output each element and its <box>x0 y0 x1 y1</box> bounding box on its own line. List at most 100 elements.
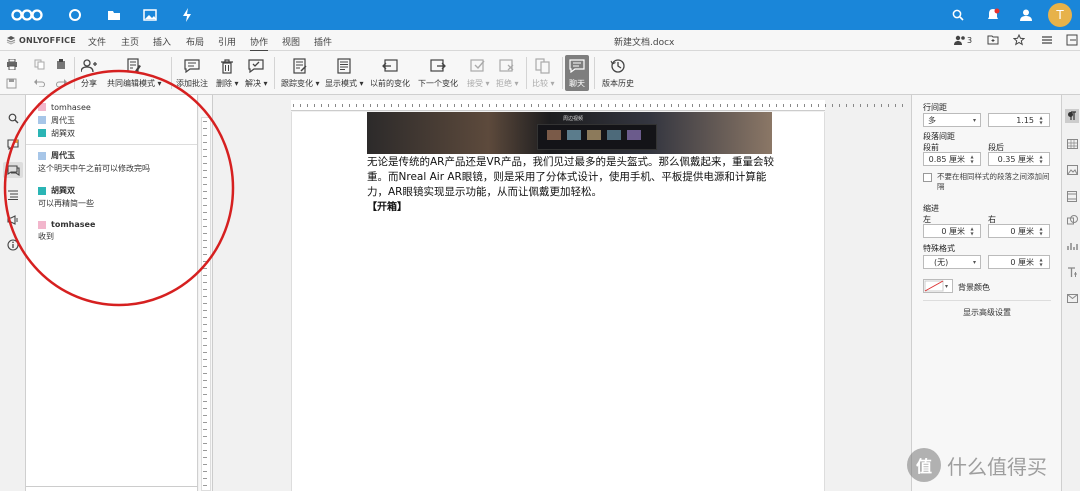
ruler-tick <box>902 104 903 107</box>
contacts-icon[interactable] <box>1017 6 1035 24</box>
stepper-arrows-icon[interactable]: ▲ ▼ <box>1037 257 1045 267</box>
tab-plugins[interactable]: 插件 <box>314 35 332 48</box>
user-avatar[interactable]: T <box>1048 3 1072 27</box>
document-canvas[interactable]: 周边视频 无论是传统的AR产品还是VR产品，我们见过最多的是头盔式。那么佩戴起来… <box>213 112 910 491</box>
ruler-tick <box>727 104 728 107</box>
stepper-arrows-icon[interactable]: ▲ ▼ <box>968 154 976 164</box>
chat-button[interactable]: 聊天 <box>565 55 589 91</box>
next-change-button[interactable]: 下一个变化 <box>418 57 458 89</box>
tab-view[interactable]: 视图 <box>282 35 300 48</box>
nextcloud-logo[interactable] <box>10 6 44 24</box>
chat-icon[interactable] <box>3 162 23 178</box>
paste-icon[interactable] <box>56 59 67 73</box>
menu-icon[interactable] <box>1039 33 1055 47</box>
mail-merge-icon[interactable] <box>1065 291 1079 305</box>
spacing-before-input[interactable]: 0.85 厘米 ▲ ▼ <box>923 152 981 166</box>
ruler-tick <box>615 104 616 107</box>
users-button[interactable]: 3 <box>952 33 974 47</box>
header-footer-icon[interactable] <box>1065 189 1079 203</box>
tab-layout[interactable]: 布局 <box>186 35 204 48</box>
table-settings-icon[interactable] <box>1065 137 1079 151</box>
close-document-icon[interactable] <box>1064 33 1080 47</box>
stepper-arrows-icon[interactable]: ▲ ▼ <box>1037 226 1045 236</box>
background-color-label: 背景颜色 <box>958 283 990 292</box>
navigation-icon[interactable] <box>5 187 21 203</box>
about-info-icon[interactable] <box>5 237 21 253</box>
horizontal-ruler[interactable] <box>213 100 910 112</box>
text-art-icon[interactable] <box>1065 265 1079 279</box>
special-indent-select[interactable]: (无) ▾ <box>923 255 981 269</box>
ruler-tick <box>356 104 357 107</box>
ruler-tick <box>203 415 207 416</box>
feedback-icon[interactable] <box>5 212 21 228</box>
brand-name: ONLYOFFICE <box>19 35 76 45</box>
ruler-tick <box>811 104 812 107</box>
previous-change-button[interactable]: 以前的变化 <box>370 57 410 89</box>
ruler-tick <box>203 373 207 374</box>
ruler-tick <box>300 104 301 107</box>
ruler-tick <box>580 104 581 107</box>
indent-right-input[interactable]: 0 厘米 ▲ ▼ <box>988 224 1050 238</box>
advanced-settings-link[interactable]: 显示高级设置 <box>912 307 1062 318</box>
ruler-tick <box>447 104 448 107</box>
shape-settings-icon[interactable] <box>1065 213 1079 227</box>
watermark: 值 什么值得买 <box>907 448 1047 482</box>
line-spacing-value-input[interactable]: 1.15 ▲ ▼ <box>988 113 1050 127</box>
add-comment-button[interactable]: 添加批注 <box>176 57 208 89</box>
vertical-ruler[interactable] <box>199 95 213 491</box>
toolbar-separator <box>74 57 75 89</box>
resolve-comment-button[interactable]: 解决 ▾ <box>245 57 268 89</box>
document-page[interactable]: 周边视频 无论是传统的AR产品还是VR产品，我们见过最多的是头盔式。那么佩戴起来… <box>291 112 825 491</box>
display-mode-button[interactable]: 显示模式 ▾ <box>325 57 364 89</box>
no-space-same-style-checkbox[interactable] <box>923 173 932 182</box>
ruler-tick <box>203 219 207 220</box>
tab-collaboration[interactable]: 协作 <box>250 35 269 52</box>
compare-button[interactable]: 比较 ▾ <box>532 57 555 89</box>
image-settings-icon[interactable] <box>1065 163 1079 177</box>
line-spacing-mode-select[interactable]: 多 ▾ <box>923 113 981 127</box>
stepper-arrows-icon[interactable]: ▲ ▼ <box>1037 115 1045 125</box>
search-icon[interactable] <box>949 6 967 24</box>
tab-home[interactable]: 主页 <box>121 35 139 48</box>
coedit-mode-button[interactable]: 共同编辑模式 ▾ <box>107 57 162 89</box>
share-button[interactable]: 分享 <box>80 57 98 89</box>
indent-left-input[interactable]: 0 厘米 ▲ ▼ <box>923 224 981 238</box>
document-body[interactable]: 无论是传统的AR产品还是VR产品，我们见过最多的是头盔式。那么佩戴起来，重量会较… <box>367 155 787 215</box>
tab-references[interactable]: 引用 <box>218 35 236 48</box>
accept-change-button[interactable]: 接受 ▾ <box>467 57 490 89</box>
photos-icon[interactable] <box>141 6 159 24</box>
document-image[interactable]: 周边视频 <box>367 112 772 154</box>
copy-icon[interactable] <box>34 59 45 73</box>
track-changes-button[interactable]: 跟踪变化 ▾ <box>281 57 320 89</box>
comments-icon[interactable] <box>5 136 21 152</box>
reject-change-button[interactable]: 拒绝 ▾ <box>496 57 519 89</box>
comment-icon <box>183 57 201 75</box>
paragraph-settings-icon[interactable] <box>1065 109 1079 123</box>
spacing-after-input[interactable]: 0.35 厘米 ▲ ▼ <box>988 152 1050 166</box>
notifications-icon[interactable] <box>984 6 1002 24</box>
save-icon[interactable] <box>6 78 17 92</box>
files-icon[interactable] <box>105 6 123 24</box>
tab-file[interactable]: 文件 <box>88 35 106 48</box>
activity-icon[interactable] <box>178 6 196 24</box>
search-icon[interactable] <box>5 110 21 126</box>
delete-comment-button[interactable]: 删除 ▾ <box>216 57 239 89</box>
tab-insert[interactable]: 插入 <box>153 35 171 48</box>
stepper-arrows-icon[interactable]: ▲ ▼ <box>968 226 976 236</box>
open-location-icon[interactable] <box>985 33 1001 47</box>
special-indent-value-input[interactable]: 0 厘米 ▲ ▼ <box>988 255 1050 269</box>
resolve-label: 解决 <box>245 79 261 88</box>
ruler-tick <box>881 104 882 107</box>
chart-settings-icon[interactable] <box>1065 239 1079 253</box>
background-color-picker[interactable]: ▾ <box>923 279 953 293</box>
print-icon[interactable] <box>6 58 18 73</box>
version-history-button[interactable]: 版本历史 <box>602 57 634 89</box>
dashboard-icon[interactable] <box>66 6 84 24</box>
ruler-tick <box>203 149 207 150</box>
stepper-arrows-icon[interactable]: ▲ ▼ <box>1037 154 1045 164</box>
undo-icon[interactable] <box>34 78 45 90</box>
favorite-star-icon[interactable] <box>1011 33 1027 47</box>
toolbar-separator <box>526 57 527 89</box>
watermark-text: 什么值得买 <box>947 454 1047 479</box>
redo-icon[interactable] <box>56 78 67 90</box>
